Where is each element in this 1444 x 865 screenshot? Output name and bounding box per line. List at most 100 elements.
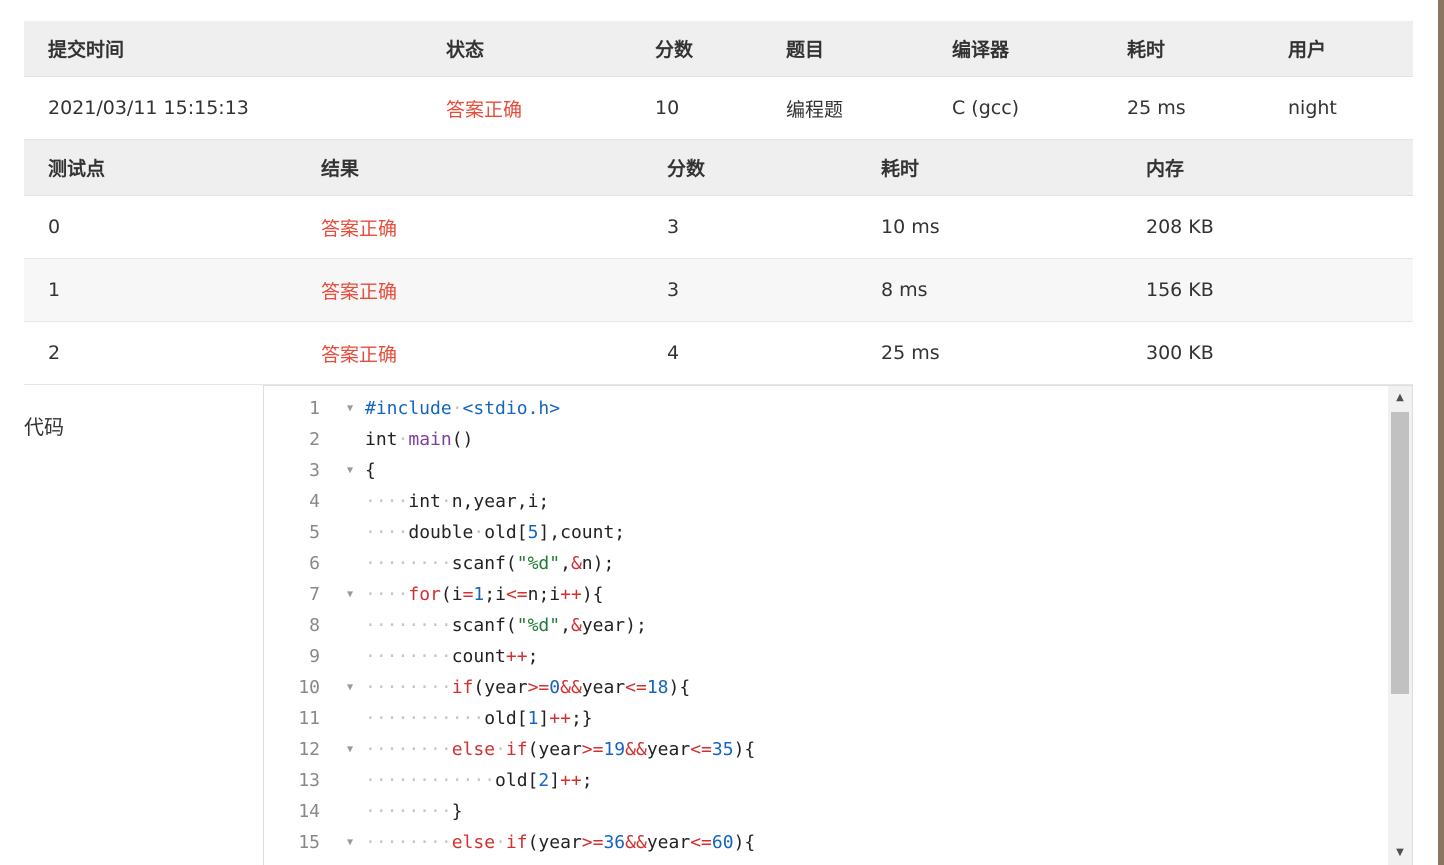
code-line: 4 ····int·n,year,i;: [264, 486, 1384, 517]
submission-row: 2021/03/11 15:15:13 答案正确 10 编程题 C (gcc) …: [24, 77, 1413, 140]
code-text: ········else·if(year>=36&&year<=60){: [365, 832, 756, 853]
testcase-header-row: 测试点 结果 分数 耗时 内存: [24, 140, 1413, 196]
code-text: {: [365, 460, 376, 481]
scroll-up-arrow-icon[interactable]: ▲: [1388, 388, 1412, 408]
user-link[interactable]: night: [1264, 97, 1404, 119]
code-text: ····double·old[5],count;: [365, 522, 626, 543]
code-text: ····for(i=1;i<=n;i++){: [365, 584, 604, 605]
line-number: 7: [309, 584, 320, 605]
code-line: 11 ···········old[1]++;}: [264, 703, 1384, 734]
header-user: 用户: [1288, 39, 1327, 61]
submit-time: 2021/03/11 15:15:13: [48, 97, 249, 119]
code-line: 13 ············old[2]++;: [264, 765, 1384, 796]
code-section: 代码 1 ▼ #include·<stdio.h> 2 int·main() 3 ▼ {4 ··…: [24, 384, 1413, 865]
code-line: 1 ▼ #include·<stdio.h>: [264, 393, 1384, 424]
code-line: 7 ▼ ····for(i=1;i<=n;i++){: [264, 579, 1384, 610]
code-text: ········scanf("%d",&n);: [365, 553, 615, 574]
testcase-result: 答案正确: [321, 217, 398, 240]
line-number: 1: [309, 398, 320, 419]
fold-toggle-icon[interactable]: ▼: [344, 827, 356, 858]
line-number: 3: [309, 460, 320, 481]
line-number: 11: [298, 708, 320, 729]
testcase-row: 1 答案正确 3 8 ms 156 KB: [24, 259, 1413, 322]
line-number: 5: [309, 522, 320, 543]
code-line: 3 ▼ {: [264, 455, 1384, 486]
header-tc-score: 分数: [667, 158, 706, 180]
testcase-result: 答案正确: [321, 343, 398, 366]
header-result: 结果: [321, 158, 360, 180]
scroll-down-arrow-icon[interactable]: ▼: [1388, 843, 1412, 863]
code-label: 代码: [24, 415, 64, 439]
code-line: 9 ········count++;: [264, 641, 1384, 672]
vertical-scrollbar[interactable]: ▲ ▼: [1388, 386, 1412, 865]
header-duration: 耗时: [1127, 39, 1166, 61]
header-tc-time: 耗时: [881, 158, 920, 180]
line-number: 13: [298, 770, 320, 791]
code-text: ········count++;: [365, 646, 539, 667]
scrollbar-thumb[interactable]: [1391, 412, 1409, 694]
code-text: #include·<stdio.h>: [365, 398, 561, 419]
code-text: ········scanf("%d",&year);: [365, 615, 647, 636]
testcase-id: 1: [48, 279, 61, 301]
header-memory: 内存: [1146, 158, 1185, 180]
testcase-score: 3: [667, 279, 680, 301]
header-submit-time: 提交时间: [48, 39, 125, 61]
testcase-time: 25 ms: [881, 342, 940, 364]
line-number: 12: [298, 739, 320, 760]
testcase-result: 答案正确: [321, 280, 398, 303]
code-text: ········else·if(year>=19&&year<=35){: [365, 739, 756, 760]
testcase-score: 3: [667, 216, 680, 238]
code-line: 5 ····double·old[5],count;: [264, 517, 1384, 548]
fold-toggle-icon[interactable]: ▼: [344, 734, 356, 765]
code-text: ············old[2]++;: [365, 770, 593, 791]
problem-link[interactable]: 编程题: [762, 95, 928, 122]
testcase-time: 10 ms: [881, 216, 940, 238]
fold-toggle-icon[interactable]: ▼: [344, 455, 356, 486]
code-line: 15 ▼ ········else·if(year>=36&&year<=60){: [264, 827, 1384, 858]
fold-toggle-icon[interactable]: ▼: [344, 393, 356, 424]
code-line: 12 ▼ ········else·if(year>=19&&year<=35){: [264, 734, 1384, 765]
code-text: ····int·n,year,i;: [365, 491, 550, 512]
submission-panel: 提交时间 状态 分数 题目 编译器 耗时 用户 2021/03/11 15:15…: [24, 21, 1413, 385]
code-line: 6 ········scanf("%d",&n);: [264, 548, 1384, 579]
testcase-id: 2: [48, 342, 61, 364]
header-status: 状态: [446, 39, 485, 61]
code-line: 10 ▼ ········if(year>=0&&year<=18){: [264, 672, 1384, 703]
line-number: 4: [309, 491, 320, 512]
code-text: ········if(year>=0&&year<=18){: [365, 677, 691, 698]
code-line: 8 ········scanf("%d",&year);: [264, 610, 1384, 641]
compiler: C (gcc): [952, 97, 1020, 119]
header-testcase: 测试点: [48, 158, 106, 180]
window-edge: [1438, 0, 1444, 865]
code-line: 14 ········}: [264, 796, 1384, 827]
testcase-row: 2 答案正确 4 25 ms 300 KB: [24, 322, 1413, 385]
line-number: 15: [298, 832, 320, 853]
line-number: 2: [309, 429, 320, 450]
header-problem: 题目: [786, 39, 825, 61]
code-text: ···········old[1]++;}: [365, 708, 593, 729]
submission-header-row: 提交时间 状态 分数 题目 编译器 耗时 用户: [24, 21, 1413, 77]
line-number: 8: [309, 615, 320, 636]
submission-score: 10: [655, 97, 680, 119]
testcase-memory: 208 KB: [1146, 216, 1214, 238]
status-accepted: 答案正确: [446, 98, 523, 121]
line-number: 9: [309, 646, 320, 667]
header-compiler: 编译器: [952, 39, 1010, 61]
duration: 25 ms: [1127, 97, 1186, 119]
testcase-memory: 156 KB: [1146, 279, 1214, 301]
line-number: 6: [309, 553, 320, 574]
code-text: ········}: [365, 801, 463, 822]
line-number: 10: [298, 677, 320, 698]
fold-toggle-icon[interactable]: ▼: [344, 672, 356, 703]
fold-toggle-icon[interactable]: ▼: [344, 579, 356, 610]
code-editor[interactable]: 1 ▼ #include·<stdio.h> 2 int·main() 3 ▼ {4 ····i…: [263, 385, 1413, 865]
testcase-memory: 300 KB: [1146, 342, 1214, 364]
testcase-score: 4: [667, 342, 680, 364]
code-line: 2 int·main(): [264, 424, 1384, 455]
line-number: 14: [298, 801, 320, 822]
code-text: int·main(): [365, 429, 474, 450]
testcase-time: 8 ms: [881, 279, 928, 301]
header-score: 分数: [655, 39, 694, 61]
testcase-id: 0: [48, 216, 61, 238]
testcase-row: 0 答案正确 3 10 ms 208 KB: [24, 196, 1413, 259]
